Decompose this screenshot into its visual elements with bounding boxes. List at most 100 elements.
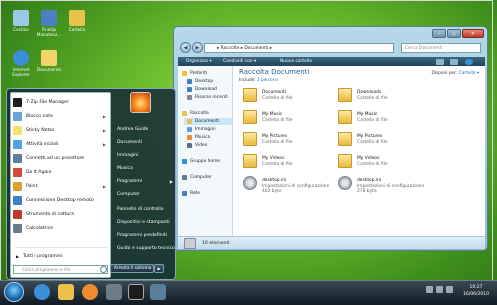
nav-item-libraries[interactable]: Raccolte [182,110,209,117]
file-item[interactable]: My Pictures Cartella di file [338,132,433,152]
command-bar: Organizza ▾ Condividi con ▾ Nuova cartel… [178,57,485,66]
homegroup-icon [182,159,187,164]
shutdown-button[interactable]: Arresta il sistema [110,264,154,273]
desktop-icon-tuneup[interactable]: FineUp Manutenz... [36,10,62,37]
desktop-icon-internet-explorer[interactable]: Internet Explorer [8,50,34,77]
forward-button[interactable]: ▶ [192,42,203,53]
folder-icon [69,10,85,26]
minimize-button[interactable]: ‒ [432,29,446,38]
start-item-sticky-notes[interactable]: Sticky Notes ▶ [13,124,109,136]
7zip-taskbar-icon[interactable] [128,284,144,300]
desktop-icon-label: Documento [36,67,62,72]
nav-item-desktop[interactable]: Desktop [187,78,213,85]
user-picture[interactable] [130,92,151,113]
start-search-input[interactable]: Cerca programmi e file [13,265,108,274]
desktop-icon-label: Cartella [68,27,86,32]
action-center-tray-icon[interactable] [446,286,453,293]
nav-item-recent[interactable]: Risorse recenti [187,94,228,101]
start-link-documents[interactable]: Documenti [117,138,175,148]
nav-item-homegroup[interactable]: Gruppo home [182,158,220,165]
file-item[interactable]: My Music Cartella di file [338,110,433,130]
shutdown-options-button[interactable]: ▶ [154,264,164,273]
folder-icon [243,88,257,102]
nav-item-network[interactable]: Rete [182,190,200,197]
ie-icon [13,50,29,66]
network-tray-icon[interactable] [426,286,433,293]
file-item[interactable]: desktop.ini Impostazioni di configurazion… [338,176,433,196]
start-item-notepad[interactable]: Blocco note ▶ [13,110,109,122]
start-item-getting-started[interactable]: Attività iniziali ▶ [13,138,109,150]
documents-icon [187,119,192,124]
desktop-icon-label: Internet Explorer [12,67,30,77]
file-item[interactable]: Documenti Cartella di file [243,88,338,108]
monitor-taskbar-icon[interactable] [150,284,166,300]
nav-item-documents[interactable]: Documenti [184,118,232,125]
start-link-user[interactable]: Andrea Guide [117,125,175,135]
share-with-button[interactable]: Condividi con ▾ [223,57,256,66]
paint-icon [13,181,22,191]
maximize-button[interactable]: ▫ [447,29,461,38]
file-item[interactable]: My Videos Cartella di file [338,154,433,174]
start-link-default-programs[interactable]: Programmi predefiniti [117,231,175,241]
desktop-icon-folder[interactable]: Cartella [64,10,90,32]
snipping-tool-icon [13,209,22,219]
start-link-programs[interactable]: Programmi ▶ [117,177,175,187]
includes-link[interactable]: 2 percorsi [257,77,278,82]
clock-date: 16/06/2010 [463,292,489,297]
start-item-paint[interactable]: Paint ▶ [13,180,109,192]
start-item-calculator[interactable]: Calcolatrice [13,222,109,234]
recent-icon [187,95,192,100]
file-item[interactable]: My Videos Cartella di file [243,154,338,174]
nav-item-pictures[interactable]: Immagini [187,126,216,133]
file-list-pane: Raccolta Documenti Include: 2 percorsi D… [233,66,485,236]
preview-pane-icon[interactable] [450,58,458,65]
file-item[interactable]: Downloads Cartella di file [338,88,433,108]
search-input[interactable]: Cerca Documenti [401,43,481,53]
desktop-icon-document[interactable]: Documento [36,50,62,72]
back-button[interactable]: ◀ [180,42,191,53]
start-item-snipping-tool[interactable]: Strumento di cattura [13,208,109,220]
start-link-music[interactable]: Musica [117,164,175,174]
arrange-by-dropdown[interactable]: Cartella ▾ [459,71,479,76]
start-item-7zip[interactable]: 7-Zip File Manager [13,96,109,108]
all-programs-button[interactable]: ▶ Tutti i programmi [13,250,109,262]
organize-button[interactable]: Organizza ▾ [186,57,212,66]
pictures-icon [187,127,192,132]
nav-item-computer[interactable]: Computer [182,174,212,181]
videos-icon [187,143,192,148]
start-item-do-it-again[interactable]: Do It Again [13,166,109,178]
calculator-taskbar-icon[interactable] [106,284,122,300]
help-icon[interactable] [465,58,473,65]
start-link-help[interactable]: Guida e supporto tecnico [117,244,175,254]
start-link-pictures[interactable]: Immagini [117,151,175,161]
new-folder-button[interactable]: Nuova cartella [280,57,312,66]
start-menu-divider [15,247,107,248]
nav-item-favorites[interactable]: Preferiti [182,70,207,77]
explorer-taskbar-icon[interactable] [58,284,74,300]
file-item[interactable]: My Pictures Cartella di file [243,132,338,152]
nav-item-music[interactable]: Musica [187,134,210,141]
clock[interactable]: 10:27 16/06/2010 [463,284,489,298]
start-item-remote-desktop[interactable]: Connessione Desktop remoto [13,194,109,206]
desktop-icon-recycle-bin[interactable]: Cestino [8,10,34,32]
volume-tray-icon[interactable] [436,286,443,293]
start-item-projector[interactable]: Connetti ad un proiettore [13,152,109,164]
media-player-taskbar-icon[interactable] [82,284,98,300]
address-bar[interactable]: ▸ Raccolte ▸ Documenti ▸ [204,43,394,53]
desktop-icon-label: FineUp Manutenz... [36,27,62,37]
locked-folder-icon [338,154,352,168]
close-button[interactable]: ✕ [462,29,484,38]
start-link-computer[interactable]: Computer [117,190,175,200]
nav-item-download[interactable]: Download [187,86,217,93]
projector-icon [13,153,22,163]
start-link-devices-printers[interactable]: Dispositivi e stampanti [117,218,175,228]
view-options-icon[interactable] [436,58,444,65]
file-item[interactable]: My Music Cartella di file [243,110,338,130]
start-link-control-panel[interactable]: Pannello di controllo [117,205,175,215]
start-button[interactable] [4,282,24,302]
nav-item-videos[interactable]: Video [187,142,207,149]
folder-icon [338,88,352,102]
music-icon [187,135,192,140]
file-item[interactable]: desktop.ini Impostazioni di configurazion… [243,176,338,196]
ie-taskbar-icon[interactable] [34,284,50,300]
